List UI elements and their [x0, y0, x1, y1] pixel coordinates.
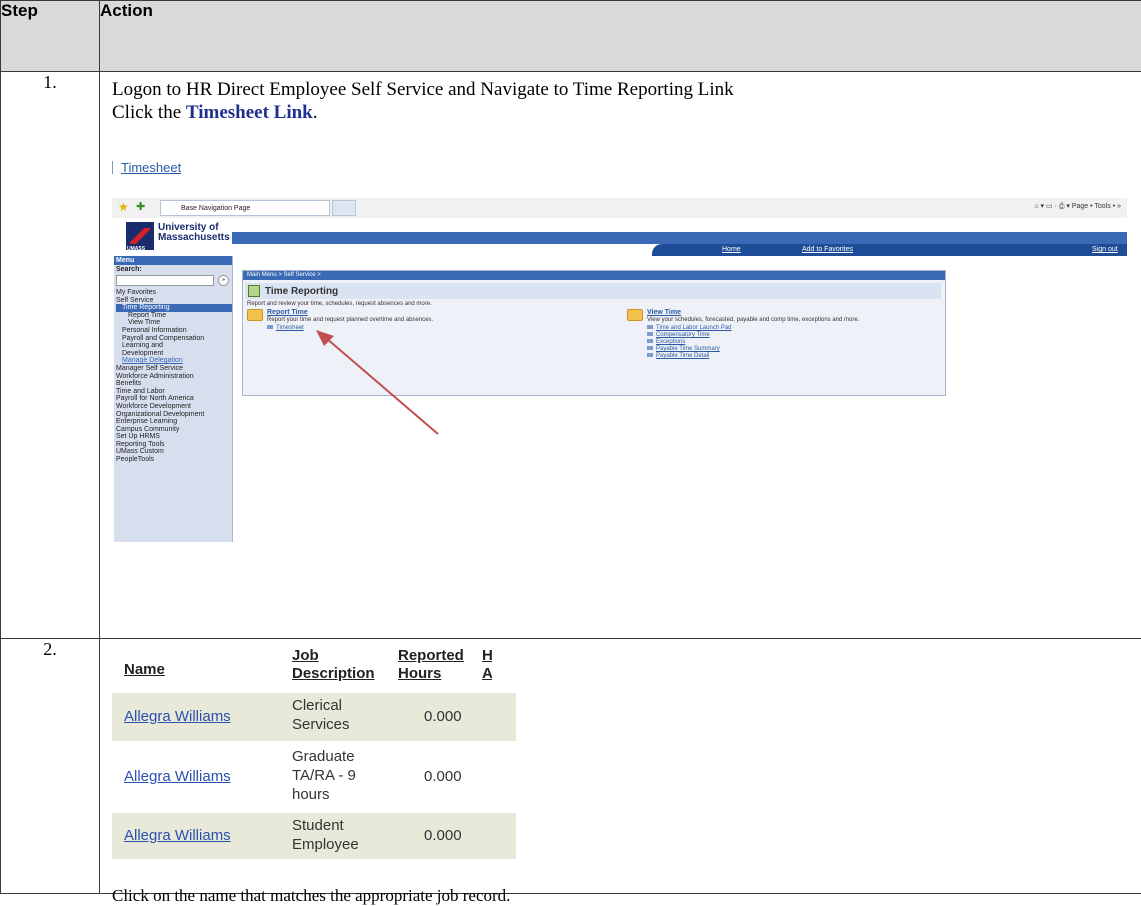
job-description: ClericalServices [292, 696, 350, 734]
menu-item[interactable]: Organizational Development [116, 411, 232, 419]
view-time-sublink[interactable]: Compensatory Time [647, 332, 732, 339]
peoplesoft-screenshot: ★ ✚ Base Navigation Page ⌂ ▾ ▭ · ⎙ ▾ Pag… [112, 198, 1127, 542]
instruction-text-1: Logon to HR Direct Employee Self Service… [112, 78, 734, 124]
menu-search-input[interactable] [116, 275, 214, 286]
time-reporting-icon [248, 285, 260, 297]
instruction-line-2: Click the Timesheet Link. [112, 101, 734, 124]
umass-logo-text: University ofMassachusetts [158, 223, 230, 243]
timesheet-link-row: Timesheet [112, 159, 181, 177]
reported-hours-value: 0.000 [424, 827, 462, 844]
browser-tab[interactable]: Base Navigation Page [160, 200, 330, 216]
page-title: Time Reporting [265, 286, 338, 297]
menu-item[interactable]: Payroll and Compensation [116, 335, 232, 343]
instruction-table: Step Action 1. Logon to HR Direct Employ… [0, 0, 1141, 894]
header-banner [232, 232, 1127, 244]
search-go-button[interactable]: » [218, 275, 229, 286]
timesheet-screen-link[interactable]: Timesheet [267, 325, 304, 332]
table-row: Allegra Williams ClericalServices 0.000 [112, 693, 516, 741]
umass-logo: University ofMassachusetts UMASS [126, 220, 226, 254]
home-link[interactable]: Home [722, 246, 741, 253]
menu-item[interactable]: Learning and [116, 342, 232, 350]
table-row: Allegra Williams GraduateTA/RA - 9hours 0.… [112, 744, 516, 810]
umass-wordmark: UMASS [127, 246, 145, 252]
menu-item[interactable]: Report Time [116, 312, 232, 320]
reported-hours-value: 0.000 [424, 708, 462, 725]
new-tab-button[interactable] [332, 200, 356, 216]
job-description: GraduateTA/RA - 9hours [292, 747, 356, 804]
sign-out-link[interactable]: Sign out [1092, 246, 1118, 253]
page-description: Report and review your time, schedules, … [247, 301, 432, 307]
menu-item[interactable]: Workforce Development [116, 403, 232, 411]
action-cell-2: Name JobDescription ReportedHours HA All… [100, 639, 1141, 894]
view-time-folder-icon [627, 309, 643, 321]
instruction-line-1: Logon to HR Direct Employee Self Service… [112, 78, 734, 101]
action-cell-1: Logon to HR Direct Employee Self Service… [100, 72, 1141, 639]
reported-hours-value: 0.000 [424, 768, 462, 785]
instruction-caption-2: Click on the name that matches the appro… [112, 886, 510, 906]
truncated-column-header: HA [482, 647, 492, 683]
time-reporting-header: Time Reporting [245, 283, 941, 299]
menu-item[interactable]: Time and Labor [116, 388, 232, 396]
menu-item[interactable]: Enterprise Learning [116, 418, 232, 426]
menu-item[interactable]: View Time [116, 319, 232, 327]
menu-search: Search: » [114, 265, 232, 289]
view-time-sublink[interactable]: Time and Labor Launch Pad [647, 325, 732, 332]
add-favorites-link[interactable]: Add to Favorites [802, 246, 853, 253]
menu-title: Menu [114, 256, 232, 265]
menu-item[interactable]: Set Up HRMS [116, 433, 232, 441]
menu-item[interactable]: Payroll for North America [116, 395, 232, 403]
favorites-star-icon: ★ [118, 200, 129, 214]
menu-item[interactable]: Campus Community [116, 426, 232, 434]
menu-item[interactable]: Reporting Tools [116, 441, 232, 449]
menu-item[interactable]: Manager Self Service [116, 365, 232, 373]
table-row: Allegra Williams StudentEmployee 0.000 [112, 813, 516, 859]
breadcrumb[interactable]: Main Menu > Self Service > [243, 271, 945, 280]
link-bar-decoration [112, 161, 113, 174]
job-description: StudentEmployee [292, 816, 359, 854]
action-header: Action [100, 1, 1141, 72]
report-time-link[interactable]: Report Time [267, 309, 308, 316]
report-time-folder-icon [247, 309, 263, 321]
view-time-sublink[interactable]: Exceptions [647, 339, 732, 346]
view-time-sublink[interactable]: Payable Time Detail [647, 353, 732, 360]
menu-item[interactable]: My Favorites [116, 289, 232, 297]
reported-hours-header[interactable]: ReportedHours [398, 647, 464, 683]
view-time-link[interactable]: View Time [647, 309, 681, 316]
menu-item[interactable]: Benefits [116, 380, 232, 388]
add-favorites-icon: ✚ [136, 200, 145, 213]
menu-item[interactable]: Manage Delegation [116, 357, 232, 365]
menu-item[interactable]: Self Service [116, 297, 232, 305]
job-description-header[interactable]: JobDescription [292, 647, 375, 683]
view-time-links: Time and Labor Launch PadCompensatory Ti… [647, 325, 732, 360]
employee-name-link[interactable]: Allegra Williams [124, 827, 231, 844]
view-time-sublink[interactable]: Payable Time Summary [647, 346, 732, 353]
browser-toolbar: ★ ✚ Base Navigation Page ⌂ ▾ ▭ · ⎙ ▾ Pag… [112, 198, 1127, 218]
side-menu: Menu Search: » My FavoritesSelf ServiceT… [114, 256, 233, 542]
menu-item[interactable]: UMass Custom [116, 448, 232, 456]
arrow-shaft [326, 338, 438, 434]
employee-name-link[interactable]: Allegra Williams [124, 768, 231, 785]
browser-tools-menu[interactable]: ⌂ ▾ ▭ · ⎙ ▾ Page • Tools • » [1034, 202, 1121, 211]
menu-item[interactable]: PeopleTools [116, 456, 232, 464]
employee-name-link[interactable]: Allegra Williams [124, 708, 231, 725]
step-number-2: 2. [1, 639, 100, 894]
menu-items: My FavoritesSelf ServiceTime ReportingRe… [114, 289, 232, 464]
menu-item[interactable]: Personal Information [116, 327, 232, 335]
menu-item[interactable]: Development [116, 350, 232, 358]
pointer-arrow [312, 328, 442, 438]
report-time-description: Report your time and request planned ove… [267, 317, 433, 323]
step-header: Step [1, 1, 100, 72]
view-time-description: View your schedules, forecasted, payable… [647, 317, 859, 323]
name-column-header[interactable]: Name [124, 661, 165, 679]
timesheet-link-emphasis: Timesheet Link [186, 102, 313, 123]
step-number-1: 1. [1, 72, 100, 639]
menu-item[interactable]: Time Reporting [116, 304, 232, 312]
timesheet-link[interactable]: Timesheet [121, 160, 181, 175]
menu-item[interactable]: Workforce Administration [116, 373, 232, 381]
